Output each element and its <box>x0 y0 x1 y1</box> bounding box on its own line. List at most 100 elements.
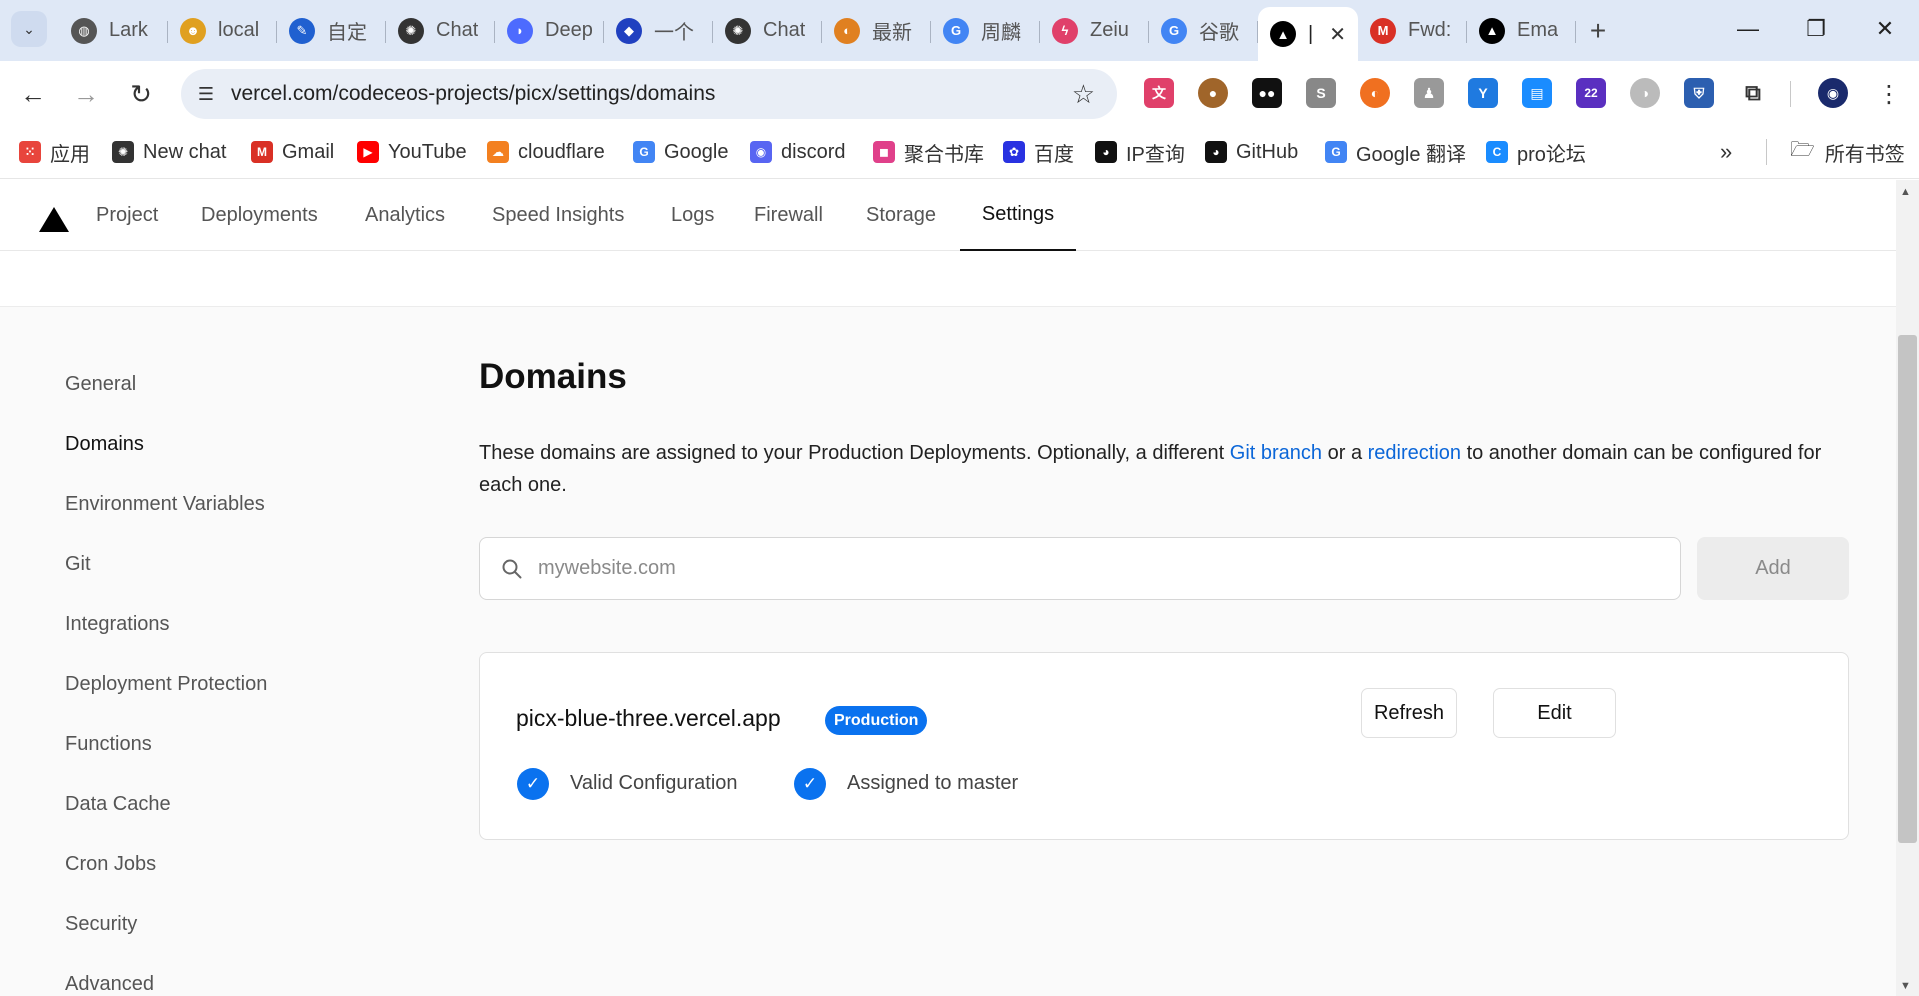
sidebar-item-general[interactable]: General <box>65 373 136 396</box>
tab[interactable]: ◆ 一个 <box>604 7 713 54</box>
puzzle-person-extension-icon[interactable]: ♟ <box>1414 78 1444 108</box>
tab-project[interactable]: Project <box>96 180 158 251</box>
tab[interactable]: ◍ Lark <box>59 7 168 54</box>
domain-input[interactable] <box>538 557 1638 580</box>
domain-input-box[interactable] <box>479 537 1681 600</box>
more-menu-icon[interactable]: ⋮ <box>1870 75 1908 113</box>
bookmark-item[interactable]: ◼ 聚合书库 <box>873 137 984 167</box>
edit-button[interactable]: Edit <box>1493 688 1616 738</box>
vercel-logo-icon[interactable] <box>39 207 69 232</box>
reload-icon[interactable]: ↻ <box>122 75 160 113</box>
refresh-button[interactable]: Refresh <box>1361 688 1457 738</box>
tab[interactable]: ◐ 最新 <box>822 7 931 54</box>
bookmark-item[interactable]: G Google <box>633 137 729 167</box>
cloudflare-icon: ☁ <box>487 141 509 163</box>
folder-icon: 🗁 <box>1790 139 1815 161</box>
sidebar-item-deployment-protection[interactable]: Deployment Protection <box>65 673 267 696</box>
openai-icon: ✺ <box>398 17 424 44</box>
tab-speed-insights[interactable]: Speed Insights <box>492 180 624 251</box>
tab[interactable]: G 周麟 <box>931 7 1040 54</box>
tab-label: Zeiu <box>1090 19 1129 41</box>
bookmark-item[interactable]: G Google 翻译 <box>1325 137 1466 167</box>
badge-extension-icon[interactable]: 22 <box>1576 78 1606 108</box>
page-title: Domains <box>479 357 627 396</box>
tab-analytics[interactable]: Analytics <box>365 180 445 251</box>
new-tab-plus-icon[interactable]: + <box>1576 7 1620 54</box>
tab-logs[interactable]: Logs <box>671 180 714 251</box>
bookmark-star-icon[interactable]: ☆ <box>1072 79 1095 110</box>
scroll-down-arrow-icon[interactable]: ▼ <box>1900 980 1911 992</box>
openai-icon: ✺ <box>725 17 751 44</box>
minimize-icon[interactable]: — <box>1714 0 1782 58</box>
grey-extension-icon[interactable]: ◑ <box>1630 78 1660 108</box>
bookmark-item[interactable]: ✺ New chat <box>112 137 226 167</box>
translate-extension-icon[interactable]: 文 <box>1144 78 1174 108</box>
tab-label: 一个 <box>654 22 694 44</box>
y-extension-icon[interactable]: Y <box>1468 78 1498 108</box>
tab-storage[interactable]: Storage <box>866 180 936 251</box>
tab[interactable]: ϟ Zeiu <box>1040 7 1149 54</box>
google-icon: G <box>633 141 655 163</box>
sidebar-item-data-cache[interactable]: Data Cache <box>65 793 171 816</box>
tab[interactable]: G 谷歌 <box>1149 7 1258 54</box>
back-icon[interactable]: ← <box>14 75 52 113</box>
address-bar[interactable]: ☰ vercel.com/codeceos-projects/picx/sett… <box>181 69 1117 119</box>
tab-search-chevron-icon[interactable]: ⌄ <box>11 11 47 47</box>
tab[interactable]: ▲ Ema <box>1467 7 1576 54</box>
tab-label: Deep <box>545 19 592 41</box>
s-extension-icon[interactable]: S <box>1306 78 1336 108</box>
sidebar-item-git[interactable]: Git <box>65 553 91 576</box>
bookmark-item[interactable]: ▶ YouTube <box>357 137 467 167</box>
sidebar-item-advanced[interactable]: Advanced <box>65 973 154 996</box>
orange-extension-icon[interactable]: ◐ <box>1360 78 1390 108</box>
extensions-puzzle-icon[interactable]: ⧉ <box>1738 78 1768 108</box>
bookmark-item[interactable]: M Gmail <box>251 137 334 167</box>
profile-avatar-icon[interactable]: ◉ <box>1818 78 1848 108</box>
doc-extension-icon[interactable]: ▤ <box>1522 78 1552 108</box>
sidebar-item-environment-variables[interactable]: Environment Variables <box>65 493 265 516</box>
tab[interactable]: ✺ Chat <box>386 7 495 54</box>
close-tab-icon[interactable]: ✕ <box>1329 22 1346 47</box>
restore-icon[interactable]: ❐ <box>1782 0 1850 58</box>
add-domain-button[interactable]: Add <box>1697 537 1849 600</box>
bookmark-label: cloudflare <box>518 140 605 163</box>
extension-badge-count: 22 <box>1584 86 1598 100</box>
bookmark-label: 应用 <box>50 143 90 166</box>
bookmark-item[interactable]: ✿ 百度 <box>1003 137 1074 167</box>
sidebar-item-functions[interactable]: Functions <box>65 733 152 756</box>
cookie-extension-icon[interactable]: ● <box>1198 78 1228 108</box>
tab-label: Fwd: <box>1408 19 1452 41</box>
more-bookmarks-chevron-icon[interactable]: » <box>1720 137 1732 167</box>
sidebar-item-domains[interactable]: Domains <box>65 433 144 456</box>
close-window-icon[interactable]: ✕ <box>1851 0 1919 58</box>
tab-settings[interactable]: Settings <box>960 180 1076 251</box>
sidebar-item-integrations[interactable]: Integrations <box>65 613 170 636</box>
tab[interactable]: ✎ 自定 <box>277 7 386 54</box>
domain-name[interactable]: picx-blue-three.vercel.app <box>516 705 781 732</box>
tab-active[interactable]: ▲ | ✕ <box>1258 7 1358 61</box>
sidebar-item-security[interactable]: Security <box>65 913 137 936</box>
tab[interactable]: ◗ Deep <box>495 7 604 54</box>
scroll-up-arrow-icon[interactable]: ▲ <box>1900 186 1911 198</box>
tab-deployments[interactable]: Deployments <box>201 180 318 251</box>
bookmark-item[interactable]: ☁ cloudflare <box>487 137 605 167</box>
git-branch-link[interactable]: Git branch <box>1230 442 1322 464</box>
dots-extension-icon[interactable]: ●● <box>1252 78 1282 108</box>
url-text[interactable]: vercel.com/codeceos-projects/picx/settin… <box>231 82 715 106</box>
bookmark-item[interactable]: Cpro论坛 <box>1486 137 1586 167</box>
forward-icon[interactable]: → <box>67 75 105 113</box>
tab[interactable]: ✺ Chat <box>713 7 822 54</box>
all-bookmarks-folder[interactable]: 🗁 所有书签 <box>1790 137 1905 167</box>
bookmark-item[interactable]: ◕ IP查询 <box>1095 137 1185 167</box>
bookmark-item[interactable]: ◕ GitHub <box>1205 137 1298 167</box>
redirection-link[interactable]: redirection <box>1368 442 1461 464</box>
bookmark-item[interactable]: ⁙ 应用 <box>19 137 90 167</box>
bookmark-item[interactable]: ◉ discord <box>750 137 845 167</box>
shield-extension-icon[interactable]: ⛨ <box>1684 78 1714 108</box>
site-settings-icon[interactable]: ☰ <box>181 69 231 119</box>
tab[interactable]: ☻ local <box>168 7 277 54</box>
scrollbar-thumb[interactable] <box>1898 335 1917 843</box>
sidebar-item-cron-jobs[interactable]: Cron Jobs <box>65 853 156 876</box>
tab[interactable]: M Fwd: <box>1358 7 1467 54</box>
tab-firewall[interactable]: Firewall <box>754 180 823 251</box>
